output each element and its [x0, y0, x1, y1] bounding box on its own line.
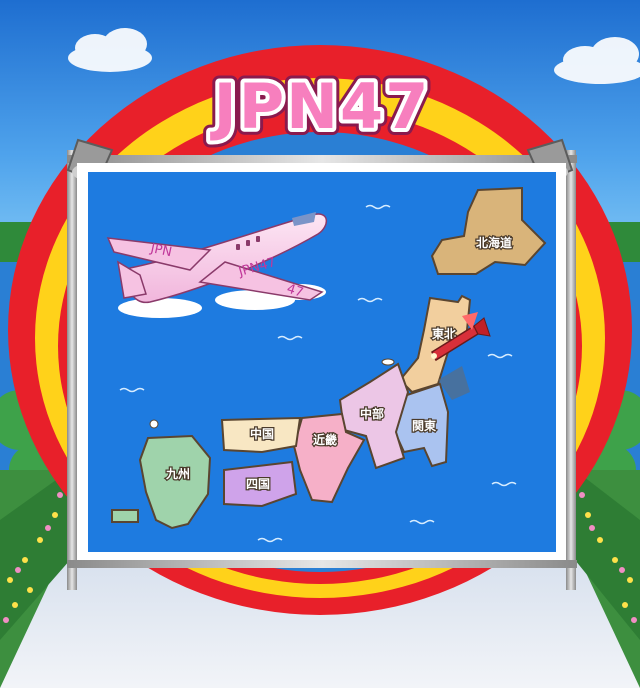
title-text: JPN47 [210, 70, 431, 143]
game-scene: JPN47 JPN47 JPN47 JPN JPN47 47 北海道 東北 関東… [0, 0, 640, 688]
game-title: JPN47 JPN47 JPN47 [203, 63, 436, 150]
region-label-chugoku: 中国 [250, 426, 274, 441]
region-label-kyushu: 九州 [165, 466, 190, 481]
region-chugoku[interactable]: 中国 [220, 416, 302, 454]
region-label-kanto: 関東 [412, 418, 436, 433]
region-label-kinki: 近畿 [313, 432, 337, 447]
region-label-shikoku: 四国 [246, 477, 270, 491]
region-label-chubu: 中部 [360, 406, 384, 421]
region-label-hokkaido: 北海道 [476, 235, 512, 250]
